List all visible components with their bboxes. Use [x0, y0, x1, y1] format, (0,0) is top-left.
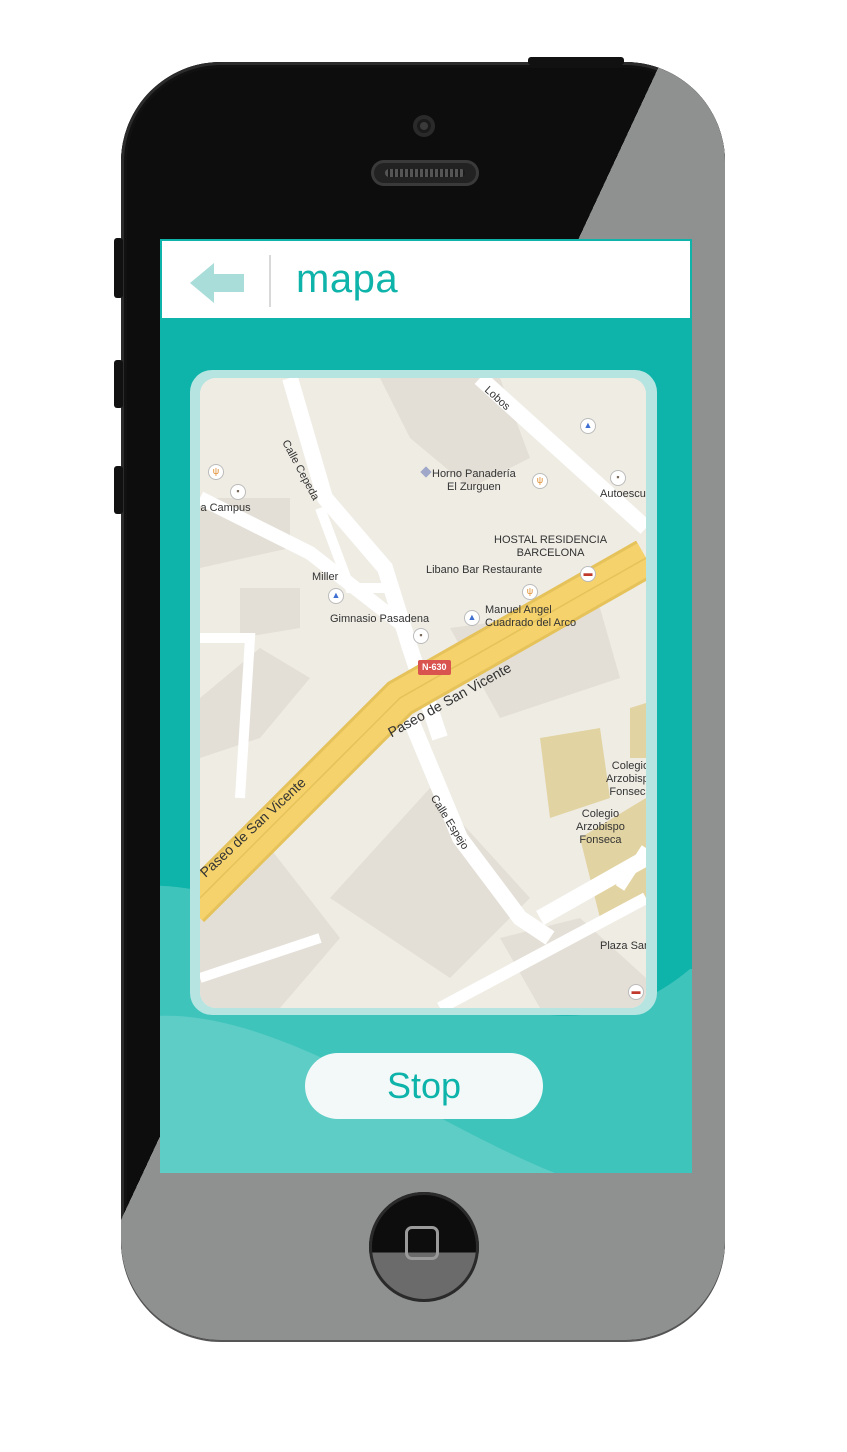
page-title: mapa [296, 257, 399, 301]
mute-switch [114, 238, 123, 298]
place-label-gimnasio: Gimnasio Pasadena [330, 613, 430, 625]
stop-button[interactable]: Stop [305, 1053, 543, 1119]
dot-icon[interactable]: ▪ [610, 470, 626, 486]
dot-icon[interactable]: ▪ [413, 628, 429, 644]
place-label-hostal: HOSTAL RESIDENCIA BARCELONA [494, 534, 608, 559]
place-label-autoescu: Autoescu [600, 488, 646, 500]
place-label-colegio-2: Colegio Arzobispo Fonseca [576, 808, 625, 846]
shop-icon[interactable]: ▲ [328, 588, 344, 604]
place-label-plaza: Plaza San [600, 940, 646, 952]
dot-icon[interactable]: ▪ [230, 484, 246, 500]
road-badge: N-630 [418, 660, 451, 675]
front-camera [413, 115, 435, 137]
header-divider [269, 255, 271, 307]
restaurant-icon[interactable]: ψ [532, 473, 548, 489]
place-label-manuel: Manuel Angel Cuadrado del Arco [485, 604, 577, 629]
map-view[interactable]: Calle Cepeda Lobos Paseo de San Vicente … [200, 378, 646, 1008]
earpiece-speaker [371, 160, 479, 186]
restaurant-icon[interactable]: ψ [522, 584, 538, 600]
place-label-campus: la Campus [200, 502, 251, 514]
hotel-icon[interactable]: ▬ [580, 566, 596, 582]
place-label-horno: Horno Panadería El Zurguen [432, 468, 516, 493]
hotel-icon[interactable]: ▬ [628, 984, 644, 1000]
map-canvas [200, 378, 646, 1008]
home-square-icon [405, 1226, 439, 1260]
back-arrow-icon[interactable] [190, 263, 246, 303]
power-button [528, 57, 624, 65]
shop-icon[interactable]: ▲ [464, 610, 480, 626]
top-bar: mapa [160, 239, 692, 320]
shop-icon[interactable]: ▲ [580, 418, 596, 434]
place-label-libano: Libano Bar Restaurante [426, 564, 543, 576]
volume-down-button [114, 466, 123, 514]
volume-up-button [114, 360, 123, 408]
home-button [369, 1192, 479, 1302]
place-label-miller: Miller [312, 571, 339, 583]
place-label-colegio-1: Colegio Arzobispo Fonseca [606, 760, 646, 798]
app-screen: mapa Calle Cepeda Lobos Paseo de San Vic… [160, 239, 692, 1173]
restaurant-icon[interactable]: ψ [208, 464, 224, 480]
